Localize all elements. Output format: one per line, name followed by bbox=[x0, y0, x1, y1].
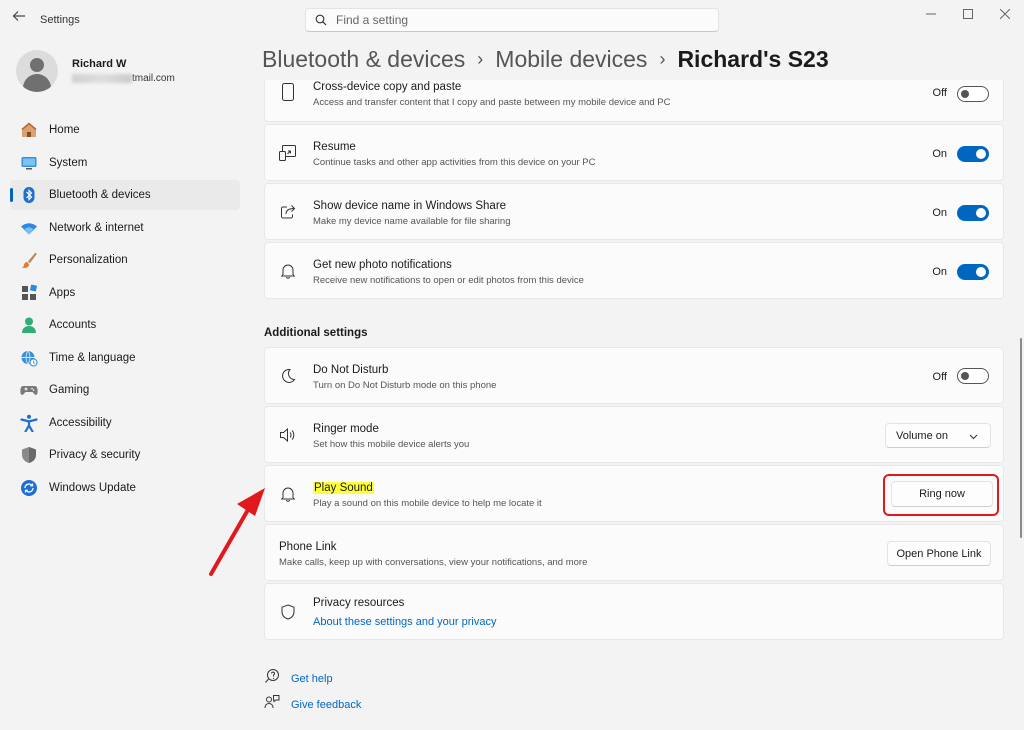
ringer-mode-dropdown[interactable]: Volume on bbox=[885, 423, 991, 448]
sidebar-item-label: Accessibility bbox=[49, 416, 112, 429]
open-phone-link-button[interactable]: Open Phone Link bbox=[887, 541, 991, 566]
phone-icon bbox=[279, 83, 297, 101]
sidebar-item-label: Accounts bbox=[49, 319, 97, 331]
play-sound-title: Play Sound bbox=[313, 482, 374, 494]
app-title: Settings bbox=[40, 14, 80, 26]
globe-icon bbox=[20, 349, 38, 367]
avatar bbox=[16, 50, 58, 92]
setting-cross-device-copy: Cross-device copy and paste Access and t… bbox=[264, 80, 1004, 122]
search-icon bbox=[315, 14, 327, 26]
breadcrumb-mobile-devices[interactable]: Mobile devices bbox=[495, 46, 647, 73]
sidebar-item-home[interactable]: Home bbox=[10, 115, 240, 145]
sidebar-item-accounts[interactable]: Accounts bbox=[10, 310, 240, 340]
bell-icon bbox=[279, 262, 297, 280]
minimize-icon bbox=[926, 13, 936, 15]
sidebar-item-system[interactable]: System bbox=[10, 148, 240, 178]
setting-photo-notifications: Get new photo notifications Receive new … bbox=[264, 242, 1004, 299]
close-button[interactable] bbox=[990, 6, 1020, 22]
privacy-link[interactable]: About these settings and your privacy bbox=[313, 616, 496, 628]
speaker-icon bbox=[279, 426, 297, 444]
device-name-share-toggle[interactable] bbox=[957, 205, 989, 221]
give-feedback-link[interactable]: Give feedback bbox=[291, 699, 361, 711]
accessibility-icon bbox=[20, 414, 38, 432]
section-heading-additional: Additional settings bbox=[264, 327, 368, 339]
page-title: Richard's S23 bbox=[677, 46, 829, 72]
sidebar-item-label: System bbox=[49, 156, 88, 169]
sidebar-item-label: Gaming bbox=[49, 384, 90, 396]
setting-resume: Resume Continue tasks and other app acti… bbox=[264, 124, 1004, 181]
sidebar-item-label: Time & language bbox=[49, 351, 136, 364]
update-icon bbox=[20, 479, 38, 497]
wifi-icon bbox=[20, 219, 38, 237]
setting-ringer-mode: Ringer mode Set how this mobile device a… bbox=[264, 406, 1004, 463]
search-input[interactable] bbox=[336, 13, 696, 27]
get-help-row: Get help bbox=[264, 668, 333, 689]
setting-device-name-share: Show device name in Windows Share Make m… bbox=[264, 183, 1004, 240]
maximize-button[interactable] bbox=[953, 6, 983, 22]
setting-privacy-resources: Privacy resources About these settings a… bbox=[264, 583, 1004, 640]
setting-phone-link: Phone Link Make calls, keep up with conv… bbox=[264, 524, 1004, 581]
sidebar-item-label: Apps bbox=[49, 286, 76, 299]
system-icon bbox=[20, 154, 38, 172]
shield-icon bbox=[20, 446, 38, 464]
sidebar-item-network[interactable]: Network & internet bbox=[10, 213, 240, 243]
close-icon bbox=[1000, 9, 1010, 19]
user-name: Richard W bbox=[72, 58, 127, 70]
sidebar-item-gaming[interactable]: Gaming bbox=[10, 375, 240, 405]
sidebar-item-apps[interactable]: Apps bbox=[10, 278, 240, 308]
back-arrow-icon[interactable] bbox=[12, 9, 28, 27]
chevron-down-icon bbox=[969, 431, 978, 443]
search-box[interactable] bbox=[305, 8, 719, 32]
resume-device-icon bbox=[279, 144, 297, 162]
breadcrumb: Bluetooth & devices › Mobile devices › R… bbox=[262, 46, 829, 73]
resume-toggle[interactable] bbox=[957, 146, 989, 162]
setting-do-not-disturb: Do Not Disturb Turn on Do Not Disturb mo… bbox=[264, 347, 1004, 404]
photo-notifications-toggle[interactable] bbox=[957, 264, 989, 280]
chevron-right-icon: › bbox=[659, 49, 666, 69]
chevron-right-icon: › bbox=[477, 49, 484, 69]
feedback-icon bbox=[264, 694, 280, 715]
sidebar-item-label: Bluetooth & devices bbox=[49, 189, 151, 201]
get-help-link[interactable]: Get help bbox=[291, 673, 333, 685]
shield-outline-icon bbox=[279, 603, 297, 621]
gamepad-icon bbox=[20, 381, 38, 399]
sidebar-item-personalization[interactable]: Personalization bbox=[10, 245, 240, 275]
cross-device-toggle[interactable] bbox=[957, 86, 989, 102]
sidebar-item-accessibility[interactable]: Accessibility bbox=[10, 408, 240, 438]
sidebar-item-privacy-security[interactable]: Privacy & security bbox=[10, 440, 240, 470]
scrollbar-thumb[interactable] bbox=[1020, 338, 1022, 538]
sidebar-item-bluetooth-devices[interactable]: Bluetooth & devices bbox=[10, 180, 240, 210]
bell-icon bbox=[279, 485, 297, 503]
bluetooth-icon bbox=[20, 186, 38, 204]
accounts-icon bbox=[20, 316, 38, 334]
title-bar: Settings bbox=[0, 0, 1024, 40]
sidebar-item-label: Windows Update bbox=[49, 481, 136, 494]
maximize-icon bbox=[963, 9, 973, 19]
sidebar-item-label: Network & internet bbox=[49, 221, 144, 234]
settings-content: Cross-device copy and paste Access and t… bbox=[264, 80, 1004, 730]
help-icon bbox=[264, 668, 280, 689]
sidebar-item-label: Privacy & security bbox=[49, 449, 141, 461]
annotation-highlight-box bbox=[883, 474, 999, 516]
give-feedback-row: Give feedback bbox=[264, 694, 361, 715]
share-icon bbox=[279, 203, 297, 221]
minimize-button[interactable] bbox=[916, 6, 946, 22]
breadcrumb-bluetooth-devices[interactable]: Bluetooth & devices bbox=[262, 46, 465, 73]
sidebar-item-time-language[interactable]: Time & language bbox=[10, 343, 240, 373]
sidebar-item-label: Personalization bbox=[49, 254, 128, 266]
apps-icon bbox=[20, 283, 38, 302]
sidebar-item-label: Home bbox=[49, 124, 80, 136]
brush-icon bbox=[20, 251, 38, 269]
sidebar-nav: Home System Bluetooth & devices Network … bbox=[10, 115, 240, 505]
user-email: tmail.com bbox=[72, 73, 175, 84]
do-not-disturb-toggle[interactable] bbox=[957, 368, 989, 384]
annotation-arrow-icon bbox=[209, 488, 265, 576]
moon-icon bbox=[279, 367, 297, 385]
home-icon bbox=[20, 121, 38, 139]
